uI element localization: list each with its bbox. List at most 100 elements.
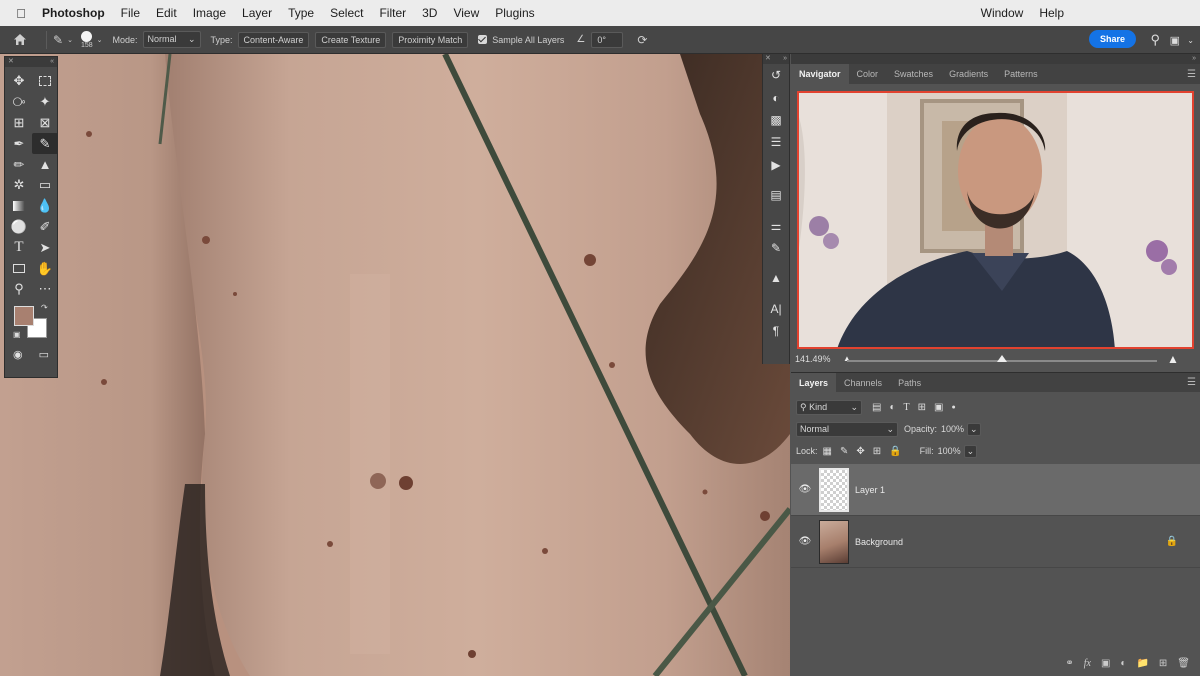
layer-row[interactable]: 👁 Background 🔒	[791, 516, 1200, 568]
menu-layer[interactable]: Layer	[234, 6, 280, 20]
default-colors-icon[interactable]: ▣	[13, 330, 21, 339]
filter-toggle-icon[interactable]: ●	[951, 404, 955, 411]
menu-edit[interactable]: Edit	[148, 6, 185, 20]
collapse-icon[interactable]: »	[1192, 54, 1196, 64]
chevron-down-icon[interactable]: ⌄	[67, 36, 73, 44]
filter-shape-icon[interactable]: ⊞	[918, 402, 926, 413]
new-layer-icon[interactable]: ⊞	[1159, 658, 1167, 669]
tab-gradients[interactable]: Gradients	[941, 64, 996, 84]
search-icon[interactable]: ⚲	[1150, 32, 1160, 48]
lock-transparent-icon[interactable]: ▦	[823, 446, 832, 457]
opacity-value[interactable]: 100%	[941, 424, 964, 434]
tab-channels[interactable]: Channels	[836, 373, 890, 393]
adjust-sliders-icon[interactable]: ⚌	[763, 214, 789, 236]
quick-selection-tool-icon[interactable]: ✦	[32, 92, 58, 113]
link-layers-icon[interactable]: ⚭	[1065, 658, 1073, 669]
menu-type[interactable]: Type	[280, 6, 322, 20]
home-icon[interactable]	[0, 33, 40, 46]
clone-source-icon[interactable]: ▲	[763, 267, 789, 289]
menu-file[interactable]: File	[113, 6, 148, 20]
comments-icon[interactable]: ▩	[763, 109, 789, 131]
navigator-zoom-slider[interactable]	[847, 355, 1157, 362]
properties-icon[interactable]: ☰	[763, 131, 789, 153]
type-proximity-match-button[interactable]: Proximity Match	[392, 31, 469, 48]
filter-type-icon[interactable]: T	[904, 402, 910, 413]
panel-menu-icon[interactable]: ☰	[1187, 377, 1200, 388]
lock-artboard-icon[interactable]: ⊞	[873, 446, 881, 457]
type-content-aware-button[interactable]: Content-Aware	[237, 31, 310, 48]
chevron-down-icon[interactable]: ⌄	[1187, 36, 1194, 45]
filter-pixel-icon[interactable]: ▤	[872, 402, 881, 413]
close-icon[interactable]: ✕	[8, 57, 14, 67]
fill-value[interactable]: 100%	[938, 446, 961, 456]
menu-3d[interactable]: 3D	[414, 6, 445, 20]
type-create-texture-button[interactable]: Create Texture	[315, 31, 387, 48]
workspace-icon[interactable]: ▣	[1170, 34, 1180, 47]
tab-layers[interactable]: Layers	[791, 372, 837, 393]
new-adjustment-layer-icon[interactable]: ◐	[1120, 658, 1126, 669]
layer-row[interactable]: 👁 Layer 1	[791, 464, 1200, 516]
lock-position-icon[interactable]: ✥	[856, 446, 864, 457]
filter-adjustment-icon[interactable]: ◐	[889, 402, 895, 413]
tab-patterns[interactable]: Patterns	[996, 64, 1046, 84]
menu-filter[interactable]: Filter	[371, 6, 414, 20]
mode-select[interactable]: Normal ⌄	[142, 31, 201, 48]
history-icon[interactable]: ↺	[763, 64, 789, 86]
menu-image[interactable]: Image	[185, 6, 234, 20]
navigator-preview[interactable]	[797, 91, 1194, 349]
histogram-icon[interactable]: ▤	[763, 184, 789, 206]
adjustments-icon[interactable]: ◐	[763, 86, 789, 108]
tab-swatches[interactable]: Swatches	[886, 64, 941, 84]
menu-select[interactable]: Select	[322, 6, 371, 20]
move-tool-icon[interactable]: ✥	[6, 71, 32, 92]
menu-plugins[interactable]: Plugins	[487, 6, 542, 20]
menu-app-name[interactable]: Photoshop	[42, 6, 113, 20]
more-tools-icon[interactable]: ⋯	[32, 279, 58, 300]
history-brush-tool-icon[interactable]: ✲	[6, 175, 32, 196]
gradient-tool-icon[interactable]	[6, 196, 32, 217]
actions-play-icon[interactable]: ▶	[763, 154, 789, 176]
menu-view[interactable]: View	[445, 6, 487, 20]
swap-colors-icon[interactable]: ↷	[41, 303, 48, 312]
fill-dropdown[interactable]: ⌄	[963, 444, 978, 458]
clone-stamp-tool-icon[interactable]: ▲	[32, 154, 58, 175]
panel-menu-icon[interactable]: ☰	[1187, 69, 1200, 80]
type-tool-icon[interactable]: T	[6, 237, 32, 258]
screen-mode-icon[interactable]: ▭	[39, 348, 49, 361]
brush-tool-icon[interactable]: ✏	[6, 154, 32, 175]
chevron-down-icon[interactable]: ⌄	[97, 36, 103, 44]
zoom-slider-thumb[interactable]	[997, 355, 1007, 362]
layer-name[interactable]: Background	[855, 537, 903, 547]
close-icon[interactable]: ✕	[765, 54, 771, 64]
dodge-tool-icon[interactable]: ⚪	[6, 217, 32, 238]
apple-icon[interactable]: 	[0, 6, 42, 21]
tab-navigator[interactable]: Navigator	[791, 64, 849, 84]
collapse-icon[interactable]: «	[50, 57, 54, 67]
filter-smart-object-icon[interactable]: ▣	[934, 402, 943, 413]
blend-mode-select[interactable]: Normal ⌄	[796, 421, 898, 437]
rectangle-tool-icon[interactable]	[6, 258, 32, 279]
angle-input[interactable]: 0°	[591, 31, 624, 48]
new-group-icon[interactable]: 📁	[1136, 658, 1148, 669]
document-canvas[interactable]	[0, 54, 790, 676]
crop-tool-icon[interactable]: ⊞	[6, 113, 32, 134]
layer-name[interactable]: Layer 1	[855, 485, 885, 495]
eyedropper-tool-icon[interactable]: ✒	[6, 133, 32, 154]
frame-tool-icon[interactable]: ⊠	[32, 113, 58, 134]
blur-tool-icon[interactable]: 💧	[32, 196, 58, 217]
tab-color[interactable]: Color	[849, 64, 887, 84]
foreground-color-swatch[interactable]	[14, 305, 34, 326]
visibility-eye-icon[interactable]: 👁	[791, 536, 819, 547]
spot-healing-tool-preset-icon[interactable]: ✎	[53, 33, 63, 47]
lasso-tool-icon[interactable]: ⧂	[6, 92, 32, 113]
layer-filter-select[interactable]: ⚲ Kind ⌄	[796, 399, 862, 415]
hand-tool-icon[interactable]: ✋	[32, 258, 58, 279]
zoom-in-icon[interactable]: ▲	[1167, 352, 1179, 366]
expand-icon[interactable]: »	[783, 54, 787, 64]
path-selection-tool-icon[interactable]: ➤	[32, 237, 58, 258]
marquee-tool-icon[interactable]	[32, 71, 58, 92]
delete-layer-icon[interactable]: 🗑	[1177, 658, 1190, 669]
add-mask-icon[interactable]: ▣	[1101, 658, 1110, 669]
eraser-tool-icon[interactable]: ▭	[32, 175, 58, 196]
pen-tool-icon[interactable]: ✐	[32, 217, 58, 238]
